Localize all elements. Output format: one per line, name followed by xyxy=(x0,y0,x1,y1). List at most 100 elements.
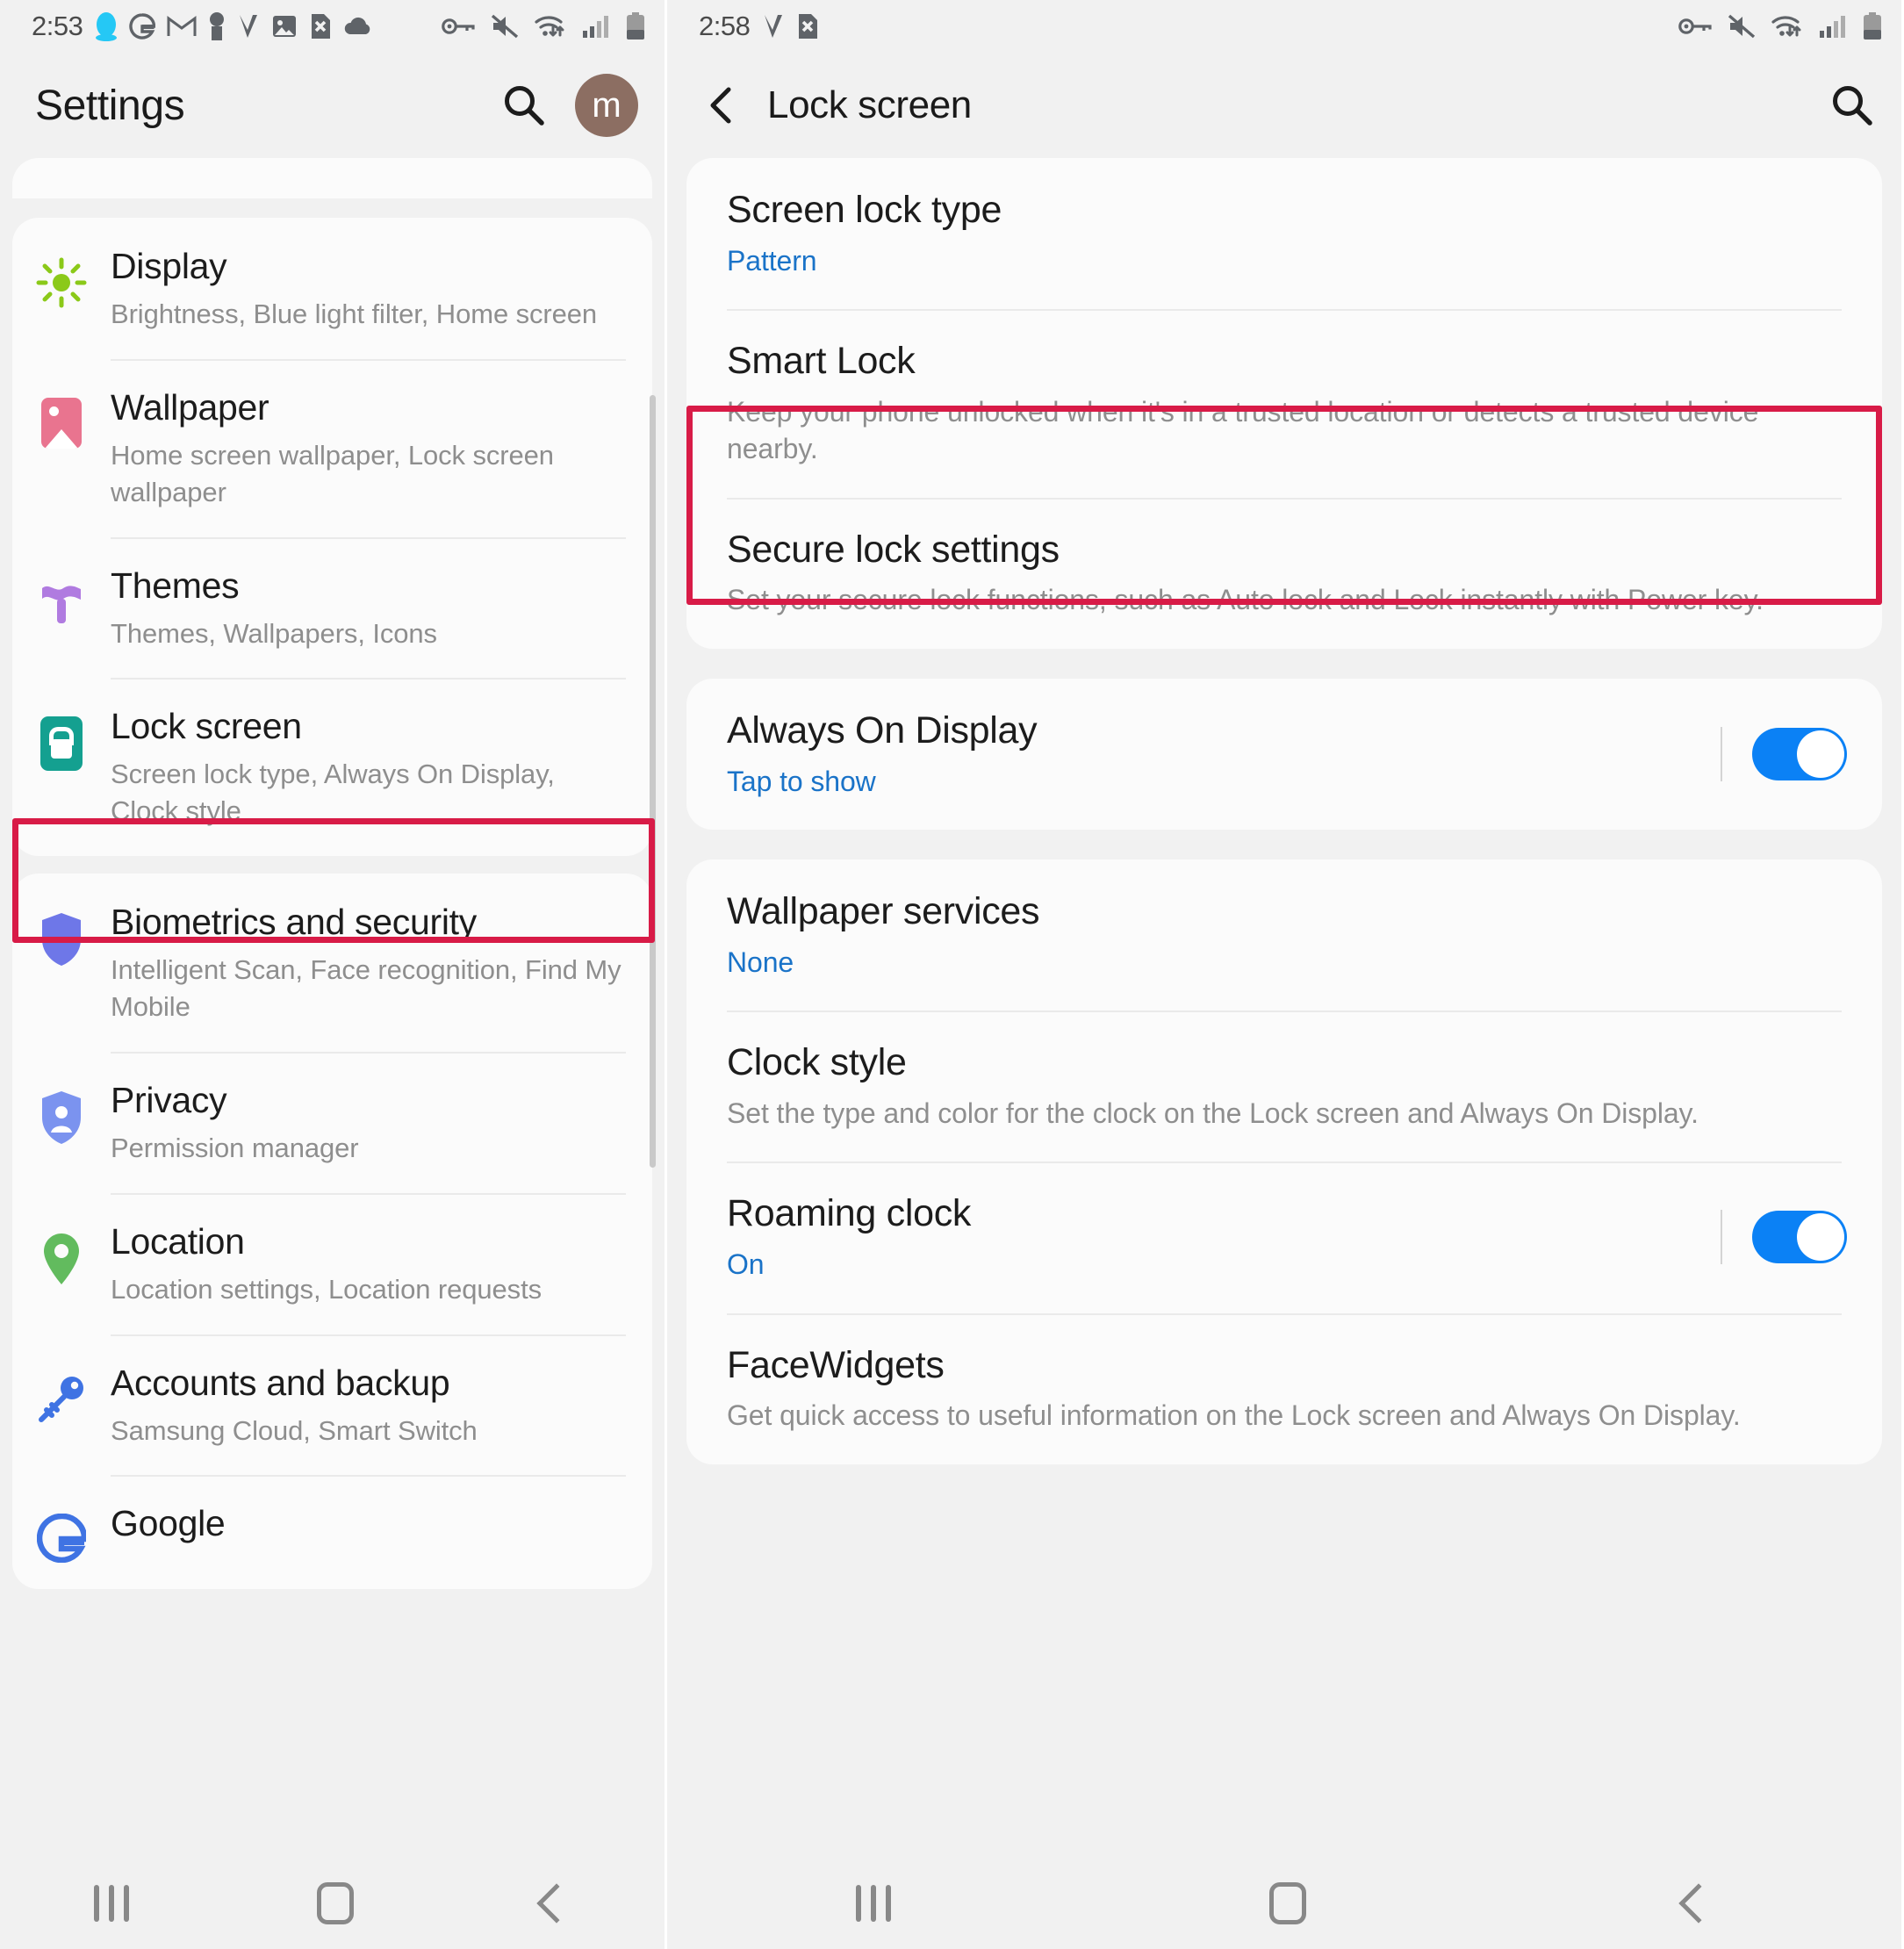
lock-item-facewidgets[interactable]: FaceWidgets Get quick access to useful i… xyxy=(686,1313,1882,1464)
lock-item-subtitle: Get quick access to useful information o… xyxy=(727,1399,1741,1432)
settings-item-privacy[interactable]: Privacy Permission manager xyxy=(12,1051,652,1193)
settings-item-title: Wallpaper xyxy=(111,386,269,428)
settings-item-biometrics[interactable]: Biometrics and security Intelligent Scan… xyxy=(12,874,652,1052)
settings-screen: 2:53 Settings m Display Brightness, Blue… xyxy=(0,0,667,1949)
shield-icon xyxy=(12,900,111,967)
status-time: 2:53 xyxy=(32,11,83,41)
settings-item-wallpaper[interactable]: Wallpaper Home screen wallpaper, Lock sc… xyxy=(12,358,652,537)
settings-group-personalization: Display Brightness, Blue light filter, H… xyxy=(12,218,652,857)
privacy-shield-icon xyxy=(12,1078,111,1145)
lock-group-security: Screen lock type Pattern Smart Lock Keep… xyxy=(686,158,1882,649)
settings-item-google[interactable]: Google xyxy=(12,1475,652,1589)
mute-icon xyxy=(1728,14,1756,39)
back-chevron-icon[interactable] xyxy=(702,84,741,126)
brightness-icon xyxy=(12,244,111,309)
toggle-divider xyxy=(1721,727,1722,782)
settings-item-display[interactable]: Display Brightness, Blue light filter, H… xyxy=(12,218,652,359)
lock-item-title: Clock style xyxy=(727,1041,907,1084)
signal-bars-icon xyxy=(583,16,608,38)
settings-list: Display Brightness, Blue light filter, H… xyxy=(0,158,665,1590)
v-app-icon xyxy=(765,15,783,38)
settings-item-subtitle: Home screen wallpaper, Lock screen wallp… xyxy=(111,439,554,507)
status-bar-right: 2:58 xyxy=(667,0,1901,53)
battery-icon xyxy=(1864,12,1881,40)
lock-item-always-on-display[interactable]: Always On Display Tap to show xyxy=(686,679,1882,830)
recents-icon[interactable] xyxy=(94,1885,130,1922)
google-icon xyxy=(12,1501,111,1564)
settings-item-title: Themes xyxy=(111,565,240,606)
lock-item-value: None xyxy=(727,946,794,978)
nav-bar-left xyxy=(0,1858,665,1949)
lock-item-title: FaceWidgets xyxy=(727,1343,945,1386)
vpn-key-icon xyxy=(1678,18,1712,34)
settings-item-title: Lock screen xyxy=(111,706,302,747)
v-app-icon xyxy=(240,15,258,38)
home-icon[interactable] xyxy=(1268,1882,1306,1924)
settings-item-subtitle: Permission manager xyxy=(111,1132,359,1163)
page-title: Settings xyxy=(35,82,185,129)
location-pin-icon xyxy=(12,1219,111,1286)
search-icon[interactable] xyxy=(501,83,547,128)
avatar[interactable]: m xyxy=(575,74,638,137)
key-icon xyxy=(12,1361,111,1426)
search-icon[interactable] xyxy=(1829,83,1875,128)
status-system-icons xyxy=(442,12,645,40)
back-icon[interactable] xyxy=(1678,1883,1719,1924)
battery-icon xyxy=(627,12,644,40)
cloud-icon xyxy=(345,17,370,34)
status-notification-icons xyxy=(95,11,373,41)
broken-image-icon xyxy=(273,16,297,37)
status-system-icons xyxy=(1678,12,1882,40)
lock-icon xyxy=(12,704,111,772)
lock-item-title: Always On Display xyxy=(727,708,1038,752)
scrollbar-thumb[interactable] xyxy=(650,395,656,1168)
lock-item-subtitle: Keep your phone unlocked when it's in a … xyxy=(727,395,1759,465)
lock-item-value: On xyxy=(727,1248,765,1280)
lock-item-clock-style[interactable]: Clock style Set the type and color for t… xyxy=(686,1010,1882,1161)
recents-icon[interactable] xyxy=(856,1885,892,1922)
lock-item-value: Pattern xyxy=(727,244,817,277)
always-on-display-toggle[interactable] xyxy=(1752,728,1847,781)
roaming-clock-toggle[interactable] xyxy=(1752,1211,1847,1264)
signal-bars-icon xyxy=(1820,16,1845,38)
qq-penguin-icon xyxy=(96,12,118,41)
previous-card-peek xyxy=(12,158,652,198)
lock-item-roaming-clock[interactable]: Roaming clock On xyxy=(686,1161,1882,1313)
google-g-icon xyxy=(129,13,156,40)
lock-group-aod: Always On Display Tap to show xyxy=(686,678,1882,831)
settings-item-title: Google xyxy=(111,1503,226,1544)
lock-screen-settings-screen: 2:58 Lock screen Screen lock type Patter… xyxy=(667,0,1901,1949)
avatar-letter: m xyxy=(592,85,621,125)
settings-item-title: Accounts and backup xyxy=(111,1362,450,1403)
page-title: Lock screen xyxy=(767,83,972,126)
settings-item-themes[interactable]: Themes Themes, Wallpapers, Icons xyxy=(12,536,652,679)
settings-item-lock-screen[interactable]: Lock screen Screen lock type, Always On … xyxy=(12,678,652,856)
settings-item-title: Display xyxy=(111,246,227,286)
wallpaper-icon xyxy=(12,385,111,449)
lock-item-screen-lock-type[interactable]: Screen lock type Pattern xyxy=(686,158,1882,309)
settings-group-security: Biometrics and security Intelligent Scan… xyxy=(12,874,652,1590)
lock-screen-app-bar: Lock screen xyxy=(667,53,1901,158)
gmail-icon xyxy=(167,16,197,36)
status-notification-icons xyxy=(762,12,819,40)
settings-item-subtitle: Samsung Cloud, Smart Switch xyxy=(111,1414,478,1446)
settings-item-title: Biometrics and security xyxy=(111,902,477,943)
lock-item-wallpaper-services[interactable]: Wallpaper services None xyxy=(686,859,1882,1010)
settings-item-subtitle: Screen lock type, Always On Display, Clo… xyxy=(111,759,555,827)
lock-item-title: Screen lock type xyxy=(727,189,1002,231)
file-x-icon xyxy=(799,14,818,39)
back-icon[interactable] xyxy=(536,1883,577,1924)
lock-item-subtitle: Set the type and color for the clock on … xyxy=(727,1097,1699,1129)
status-bar-left: 2:53 xyxy=(0,0,665,53)
settings-item-subtitle: Location settings, Location requests xyxy=(111,1273,542,1305)
lock-group-clock: Wallpaper services None Clock style Set … xyxy=(686,859,1882,1464)
home-icon[interactable] xyxy=(317,1882,355,1924)
lock-item-value: Tap to show xyxy=(727,765,876,797)
lock-item-title: Smart Lock xyxy=(727,340,916,383)
lock-item-title: Secure lock settings xyxy=(727,528,1060,571)
status-time: 2:58 xyxy=(699,11,751,41)
lock-item-secure-lock-settings[interactable]: Secure lock settings Set your secure loc… xyxy=(686,497,1882,649)
settings-item-location[interactable]: Location Location settings, Location req… xyxy=(12,1192,652,1334)
lock-item-smart-lock[interactable]: Smart Lock Keep your phone unlocked when… xyxy=(686,309,1882,498)
settings-item-accounts-backup[interactable]: Accounts and backup Samsung Cloud, Smart… xyxy=(12,1334,652,1476)
